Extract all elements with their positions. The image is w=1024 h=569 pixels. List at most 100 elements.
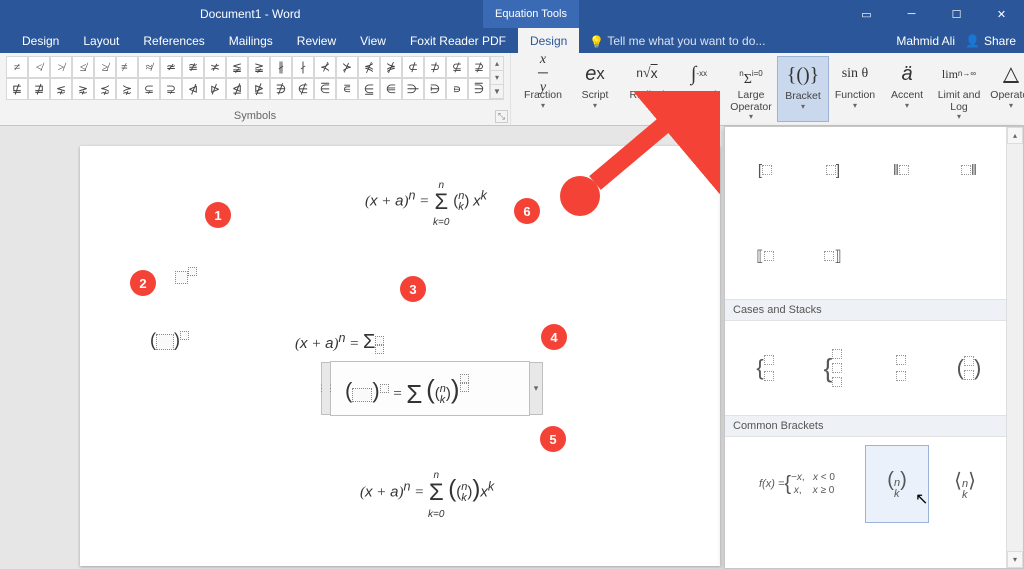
stack-2-item[interactable] — [869, 329, 933, 407]
share-label: Share — [984, 34, 1016, 48]
symbol-cell[interactable]: ⋡ — [380, 56, 402, 78]
close-button[interactable]: ✕ — [979, 0, 1024, 28]
symbol-cell[interactable]: ⋹ — [380, 78, 402, 100]
maximize-button[interactable]: ☐ — [934, 0, 979, 28]
accent-button[interactable]: ä Accent ▾ — [881, 56, 933, 122]
minimize-button[interactable]: ─ — [889, 0, 934, 28]
bracket-gallery-dropdown: ▴ ▾ [ ] ‖ ‖ ⟦ ⟧ Cases and Stacks { { () … — [724, 126, 1024, 569]
bracket-double-bar-left-item[interactable]: ‖ — [869, 135, 933, 205]
equation-step-3[interactable]: (x + a)n = Σ — [295, 331, 384, 354]
equation-step-5[interactable]: (x + a)n = n Σ k=0 ((nk))xk — [360, 466, 494, 520]
symbol-cell[interactable]: ⋣ — [28, 78, 50, 100]
binomial-nk-item[interactable]: (nk) — [865, 445, 929, 523]
symbol-cell[interactable]: ≯ — [50, 56, 72, 78]
bracket-double-square-right-item[interactable]: ⟧ — [801, 221, 865, 291]
symbol-cell[interactable]: ⋧ — [72, 78, 94, 100]
symbol-cell[interactable]: ⋫ — [204, 78, 226, 100]
tab-view[interactable]: View — [348, 28, 398, 53]
symbol-cell[interactable]: ≮ — [28, 56, 50, 78]
callout-arrow-icon — [540, 91, 720, 221]
symbol-cell[interactable]: ⊅ — [424, 56, 446, 78]
symbol-cell[interactable]: ⋪ — [182, 78, 204, 100]
account-name[interactable]: Mahmid Ali — [896, 34, 955, 48]
symbol-cell[interactable]: ⊋ — [160, 78, 182, 100]
symbol-cell[interactable]: ⋨ — [94, 78, 116, 100]
symbol-cell[interactable]: ⋽ — [468, 78, 490, 100]
bracket-double-square-left-item[interactable]: ⟦ — [733, 221, 797, 291]
equation-binomial-full[interactable]: (x + a)n = n Σ k=0 (nk) xk — [365, 176, 487, 228]
accent-label: Accent — [891, 90, 923, 102]
symbol-cell[interactable]: ⋸ — [358, 78, 380, 100]
function-button[interactable]: sin θ Function ▾ — [829, 56, 881, 122]
symbol-cell[interactable]: ⋩ — [116, 78, 138, 100]
tab-mailings[interactable]: Mailings — [217, 28, 285, 53]
symbol-cell[interactable]: ⊁ — [336, 56, 358, 78]
symbol-cell[interactable]: ⊀ — [314, 56, 336, 78]
large-operator-button[interactable]: nΣi=0 Large Operator ▾ — [725, 56, 777, 122]
symbol-cell[interactable]: ⋶ — [314, 78, 336, 100]
equation-paren-placeholder[interactable]: () — [150, 326, 189, 351]
binom-paren-item[interactable]: () — [937, 329, 1001, 407]
scroll-down-icon[interactable]: ▾ — [1007, 551, 1023, 568]
symbol-cell[interactable]: ⊄ — [402, 56, 424, 78]
chevron-down-icon: ▾ — [853, 102, 857, 111]
tab-layout[interactable]: Layout — [71, 28, 131, 53]
share-button[interactable]: 👤 Share — [965, 34, 1016, 48]
limit-log-button[interactable]: limn→∞ Limit and Log ▾ — [933, 56, 985, 122]
symbol-cell[interactable]: ∤ — [292, 56, 314, 78]
bracket-right-square-item[interactable]: ] — [801, 135, 865, 205]
equation-box-handle[interactable]: ⋮⋮ — [321, 362, 331, 415]
symbols-expand-icon: ▼ — [491, 85, 503, 99]
symbol-cell[interactable]: ≱ — [94, 56, 116, 78]
piecewise-fx-item[interactable]: f(x) = {−x, x < 0 x, x ≥ 0 — [733, 445, 861, 523]
cases-2-item[interactable]: { — [733, 329, 797, 407]
tab-equation-design[interactable]: Design — [518, 28, 579, 53]
cases-3-item[interactable]: { — [801, 329, 865, 407]
symbol-cell[interactable]: ≄ — [160, 56, 182, 78]
equation-script-placeholder[interactable] — [175, 264, 197, 286]
symbol-cell[interactable]: ≰ — [72, 56, 94, 78]
symbols-scroll-up-icon: ▴ — [491, 57, 503, 71]
symbol-cell[interactable]: ≭ — [204, 56, 226, 78]
tab-design[interactable]: Design — [10, 28, 71, 53]
equation-box-dropdown[interactable]: ▾ — [529, 362, 543, 415]
symbol-cell[interactable]: ⋦ — [50, 78, 72, 100]
tab-review[interactable]: Review — [285, 28, 348, 53]
symbol-cell[interactable]: ⋠ — [358, 56, 380, 78]
scroll-up-icon[interactable]: ▴ — [1007, 127, 1023, 144]
symbol-cell[interactable]: ∌ — [270, 78, 292, 100]
symbol-cell[interactable]: ≨ — [226, 56, 248, 78]
bracket-double-bar-right-item[interactable]: ‖ — [937, 135, 1001, 205]
symbol-cell[interactable]: ∦ — [270, 56, 292, 78]
bracket-button[interactable]: {()} Bracket ▾ — [777, 56, 829, 122]
symbol-cell[interactable]: ⊈ — [446, 56, 468, 78]
symbol-cell[interactable]: ≠ — [6, 56, 28, 78]
symbol-cell[interactable]: ⋬ — [226, 78, 248, 100]
symbol-cell[interactable]: ⊊ — [138, 78, 160, 100]
symbol-cell[interactable]: ∉ — [292, 78, 314, 100]
chevron-down-icon: ▾ — [801, 103, 805, 112]
symbol-cell[interactable]: ⊉ — [468, 56, 490, 78]
symbol-cell[interactable]: ⋢ — [6, 78, 28, 100]
operator-button[interactable]: △ Operator ▾ — [985, 56, 1024, 122]
gallery-scrollbar[interactable]: ▴ ▾ — [1006, 127, 1023, 568]
symbol-cell[interactable]: ⋼ — [446, 78, 468, 100]
symbol-cell[interactable]: ≩ — [248, 56, 270, 78]
symbol-cell[interactable]: ≉ — [138, 56, 160, 78]
tab-references[interactable]: References — [131, 28, 216, 53]
symbol-cell[interactable]: ⋺ — [402, 78, 424, 100]
tab-foxit-reader-pdf[interactable]: Foxit Reader PDF — [398, 28, 518, 53]
ribbon-options-icon[interactable]: ▭ — [844, 0, 889, 28]
symbol-cell[interactable]: ≢ — [116, 56, 138, 78]
symbol-cell[interactable]: ⋻ — [424, 78, 446, 100]
symbols-dialog-launcher[interactable]: ⤡ — [495, 110, 508, 123]
tell-me-search[interactable]: 💡 Tell me what you want to do... — [579, 34, 775, 48]
symbols-more-button[interactable]: ▴ ▾ ▼ — [490, 56, 504, 100]
symbol-cell[interactable]: ≇ — [182, 56, 204, 78]
bracket-left-square-item[interactable]: [ — [733, 135, 797, 205]
symbol-cell[interactable]: ⋷ — [336, 78, 358, 100]
equation-tools-context-tab: Equation Tools — [483, 0, 579, 28]
equation-editor-box[interactable]: ⋮⋮ ▾ () = Σ ((nk)) — [330, 361, 530, 416]
angle-bracket-nk-item[interactable]: ⟨nk⟩ — [933, 445, 997, 523]
symbol-cell[interactable]: ⋭ — [248, 78, 270, 100]
